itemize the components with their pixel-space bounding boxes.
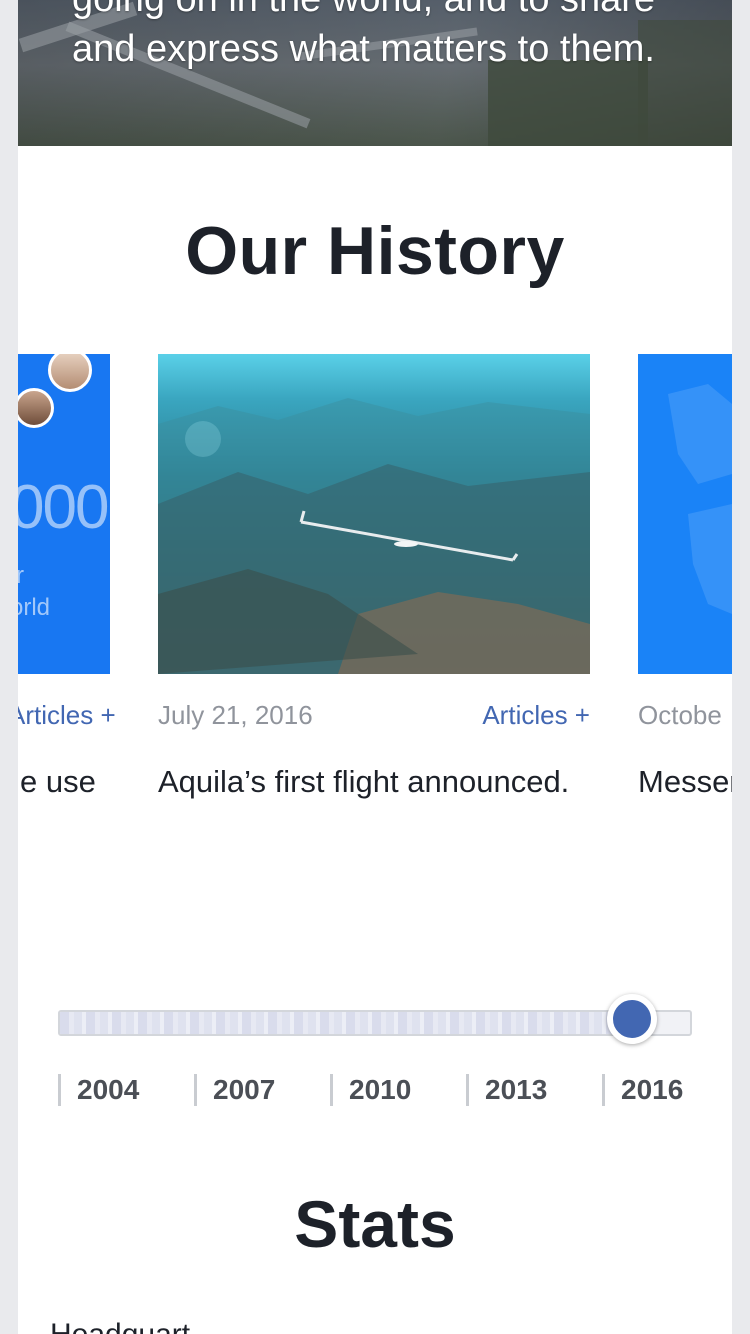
articles-link[interactable]: Articles + [482, 700, 590, 731]
card-description: Messer [638, 764, 732, 799]
hero-banner: going on in the world, and to share and … [18, 0, 732, 146]
card-date: July 21, 2016 [158, 700, 313, 730]
timeline-thumb[interactable] [606, 994, 657, 1044]
timeline-year-2013[interactable]: 2013 [466, 1074, 547, 1106]
avatar [48, 354, 92, 392]
hero-text-line: and express what matters to them. [72, 28, 655, 70]
timeline-track[interactable] [58, 1010, 692, 1036]
stats-title: Stats [294, 1187, 456, 1261]
hero-text-line: going on in the world, and to share [72, 0, 712, 24]
card-image: 000 r orld [18, 354, 110, 674]
card-image [638, 354, 732, 674]
card-image [158, 354, 590, 674]
card-description: e use [20, 764, 96, 799]
timeline-year-2004[interactable]: 2004 [58, 1074, 139, 1106]
page: going on in the world, and to share and … [18, 0, 732, 1334]
card-image-text: orld [18, 594, 51, 621]
timeline-slider[interactable] [58, 994, 692, 1044]
card-date: Octobe [638, 700, 722, 730]
stats-first-item: Headquart [50, 1318, 190, 1334]
articles-link[interactable]: Articles + [18, 700, 116, 731]
timeline-year-2010[interactable]: 2010 [330, 1074, 411, 1106]
timeline-track-fill [60, 1012, 634, 1034]
aircraft-photo [158, 398, 590, 674]
hero-text: going on in the world, and to share and … [72, 0, 712, 74]
card-description: Aquila’s first flight announced. [158, 764, 570, 799]
card-image-text: 000 [18, 473, 109, 542]
timeline-year-2007[interactable]: 2007 [194, 1074, 275, 1106]
timeline-year-2016[interactable]: 2016 [602, 1074, 683, 1106]
timeline-years: 2004 2007 2010 2013 2016 [58, 1074, 732, 1110]
history-title: Our History [185, 213, 565, 289]
world-map-graphic [668, 384, 732, 614]
avatar [18, 388, 54, 428]
card-image-text: r [18, 562, 24, 589]
